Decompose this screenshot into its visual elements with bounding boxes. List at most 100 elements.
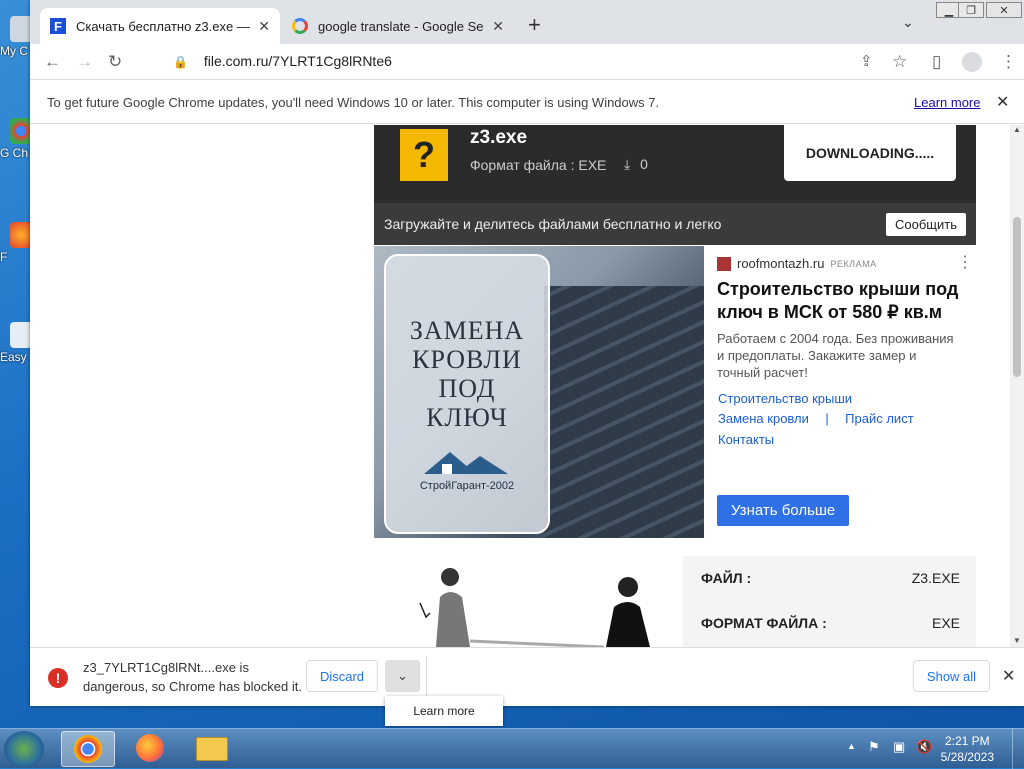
desktop-icon-chrome[interactable]: G Ch <box>0 118 32 160</box>
forward-icon[interactable]: → <box>76 52 93 72</box>
close-window-button[interactable]: ✕ <box>986 2 1022 18</box>
infobar-message: To get future Google Chrome updates, you… <box>47 95 660 110</box>
firefox-icon <box>10 222 32 248</box>
download-count: ⤓ 0 <box>624 156 648 173</box>
network-icon[interactable]: ▣ <box>893 739 905 755</box>
discard-button[interactable]: Discard <box>306 660 378 692</box>
scrollbar-thumb[interactable] <box>1013 217 1021 377</box>
ad-image-line: КЛЮЧ <box>426 403 508 432</box>
advertisement[interactable]: ЗАМЕНА КРОВЛИ ПОД КЛЮЧ СтройГарант-2002 <box>374 246 976 538</box>
ad-domain[interactable]: roofmontazh.ru <box>737 256 824 271</box>
share-icon[interactable]: ⇪ <box>860 52 873 70</box>
close-download-shelf-icon[interactable]: ✕ <box>1002 666 1015 686</box>
tab-title: google translate - Google Search <box>318 18 484 34</box>
url-text: file.com.ru/7YLRT1Cg8lRNte6 <box>203 53 392 69</box>
tab-google-search[interactable]: google translate - Google Search ✕ <box>282 8 514 44</box>
ad-image-brand: СтройГарант-2002 <box>419 480 515 492</box>
show-desktop-button[interactable] <box>1012 729 1024 769</box>
ad-link-roof-replacement[interactable]: Замена кровли <box>718 411 809 426</box>
maximize-button[interactable]: ❐ <box>958 2 984 18</box>
close-infobar-icon[interactable]: ✕ <box>996 92 1009 112</box>
file-info-row: ФОРМАТ ФАЙЛА : EXE <box>701 601 960 645</box>
download-shelf: ! z3_7YLRT1Cg8lRNt....exe is dangerous, … <box>30 647 1024 706</box>
file-info-value: EXE <box>931 615 960 631</box>
people-illustration <box>419 568 650 647</box>
scroll-up-icon[interactable]: ▲ <box>1013 125 1021 134</box>
ad-link-contacts[interactable]: Контакты <box>718 432 914 447</box>
close-tab-icon[interactable]: ✕ <box>258 18 270 35</box>
side-panel-icon[interactable]: ▯ <box>932 52 941 72</box>
tab-search-chevron-icon[interactable]: ⌄ <box>902 14 914 31</box>
profile-avatar-icon[interactable] <box>962 52 982 72</box>
clock-date: 5/28/2023 <box>940 750 994 764</box>
file-info-row: ФАЙЛ : Z3.EXE <box>701 556 960 600</box>
ad-link-price-list[interactable]: Прайс лист <box>845 411 913 426</box>
show-hidden-icons-icon[interactable]: ▲ <box>847 741 856 751</box>
download-options-menu-learn-more[interactable]: Learn more <box>385 696 503 726</box>
download-count-value: 0 <box>640 156 648 172</box>
chrome-icon <box>10 118 32 144</box>
downloading-button[interactable]: DOWNLOADING..... <box>784 125 956 181</box>
download-options-chevron-icon[interactable]: ⌄ <box>385 660 420 692</box>
page-content: ? z3.exe Формат файла : EXE ⤓ 0 DOWNLOAD… <box>30 125 1010 647</box>
download-warning-line: z3_7YLRT1Cg8lRNt....exe is <box>83 660 249 675</box>
danger-warning-icon: ! <box>48 668 68 688</box>
taskbar-explorer[interactable] <box>185 731 239 767</box>
file-name: z3.exe <box>470 127 528 148</box>
ad-label: РЕКЛАМА <box>830 258 877 269</box>
ad-menu-icon[interactable]: ⋮ <box>957 252 973 272</box>
ad-headline[interactable]: Строительство крыши под ключ в МСК от 58… <box>717 278 967 324</box>
desktop-icon-label: G Ch <box>0 146 29 160</box>
learn-more-cta-button[interactable]: Узнать больше <box>717 495 850 526</box>
vertical-scrollbar[interactable]: ▲ ▼ <box>1010 125 1024 647</box>
taskbar-firefox[interactable] <box>123 731 177 767</box>
bookmark-star-icon[interactable]: ☆ <box>892 52 907 72</box>
download-arrow-icon: ⤓ <box>624 156 631 172</box>
chrome-window: F Скачать бесплатно z3.exe — Fre ✕ googl… <box>30 0 1024 706</box>
start-button[interactable] <box>4 731 44 767</box>
update-infobar: To get future Google Chrome updates, you… <box>30 80 1024 124</box>
tagline-strip: Загружайте и делитесь файлами бесплатно … <box>374 203 976 245</box>
file-header: ? z3.exe Формат файла : EXE ⤓ 0 DOWNLOAD… <box>374 125 976 203</box>
desktop-icon-easy[interactable]: Easy <box>0 322 32 364</box>
address-bar[interactable]: 🔒 file.com.ru/7YLRT1Cg8lRNte6 <box>173 53 392 69</box>
desktop-icon-label: F <box>0 250 8 264</box>
file-info-panel: ФАЙЛ : Z3.EXE ФОРМАТ ФАЙЛА : EXE <box>683 556 976 647</box>
file-site-favicon-icon: F <box>50 18 66 34</box>
ad-image-line: ПОД <box>438 374 496 403</box>
tab-file-download[interactable]: F Скачать бесплатно z3.exe — Fre ✕ <box>40 8 280 44</box>
unknown-file-icon: ? <box>400 129 448 181</box>
ad-link-roof-building[interactable]: Строительство крыши <box>718 391 914 406</box>
show-all-button[interactable]: Show all <box>913 660 990 692</box>
system-clock[interactable]: 2:21 PM 5/28/2023 <box>941 733 994 765</box>
reload-icon[interactable]: ↻ <box>108 52 122 72</box>
app-icon <box>10 322 32 348</box>
download-warning-line: dangerous, so Chrome has blocked it. <box>83 679 302 694</box>
back-icon[interactable]: ← <box>44 52 61 72</box>
report-button[interactable]: Сообщить <box>886 213 966 236</box>
menu-kebab-icon[interactable]: ⋮ <box>1000 52 1017 72</box>
ad-description: Работаем с 2004 года. Без проживания и п… <box>717 331 954 380</box>
new-tab-icon[interactable]: + <box>528 12 541 38</box>
ad-image[interactable]: ЗАМЕНА КРОВЛИ ПОД КЛЮЧ СтройГарант-2002 <box>374 246 704 538</box>
house-logo-icon <box>424 452 508 474</box>
taskbar-chrome[interactable] <box>61 731 115 767</box>
desktop-icon-label: My C <box>0 44 28 58</box>
chrome-icon <box>74 735 102 763</box>
tab-title: Скачать бесплатно z3.exe — Fre <box>76 18 250 34</box>
ad-sitelinks: Строительство крыши Замена кровли | Прай… <box>718 391 914 447</box>
action-center-flag-icon[interactable]: ⚑ <box>868 739 880 755</box>
file-info-label: ФАЙЛ : <box>701 570 752 586</box>
desktop-icon-my-computer[interactable]: My C <box>0 16 32 58</box>
infobar-learn-more-link[interactable]: Learn more <box>914 95 980 110</box>
taskbar: ▲ ⚑ ▣ 🔇 2:21 PM 5/28/2023 <box>0 728 1024 769</box>
file-info-label: ФОРМАТ ФАЙЛА : <box>701 615 827 631</box>
desktop-icon-firefox[interactable]: F <box>0 222 32 264</box>
lock-icon: 🔒 <box>173 55 188 69</box>
scroll-down-icon[interactable]: ▼ <box>1013 636 1021 645</box>
close-tab-icon[interactable]: ✕ <box>492 18 504 35</box>
folder-icon <box>196 737 228 761</box>
ad-source: roofmontazh.ru РЕКЛАМА <box>717 256 877 271</box>
desktop-icon-label: Easy <box>0 350 27 364</box>
volume-muted-icon[interactable]: 🔇 <box>916 739 932 755</box>
